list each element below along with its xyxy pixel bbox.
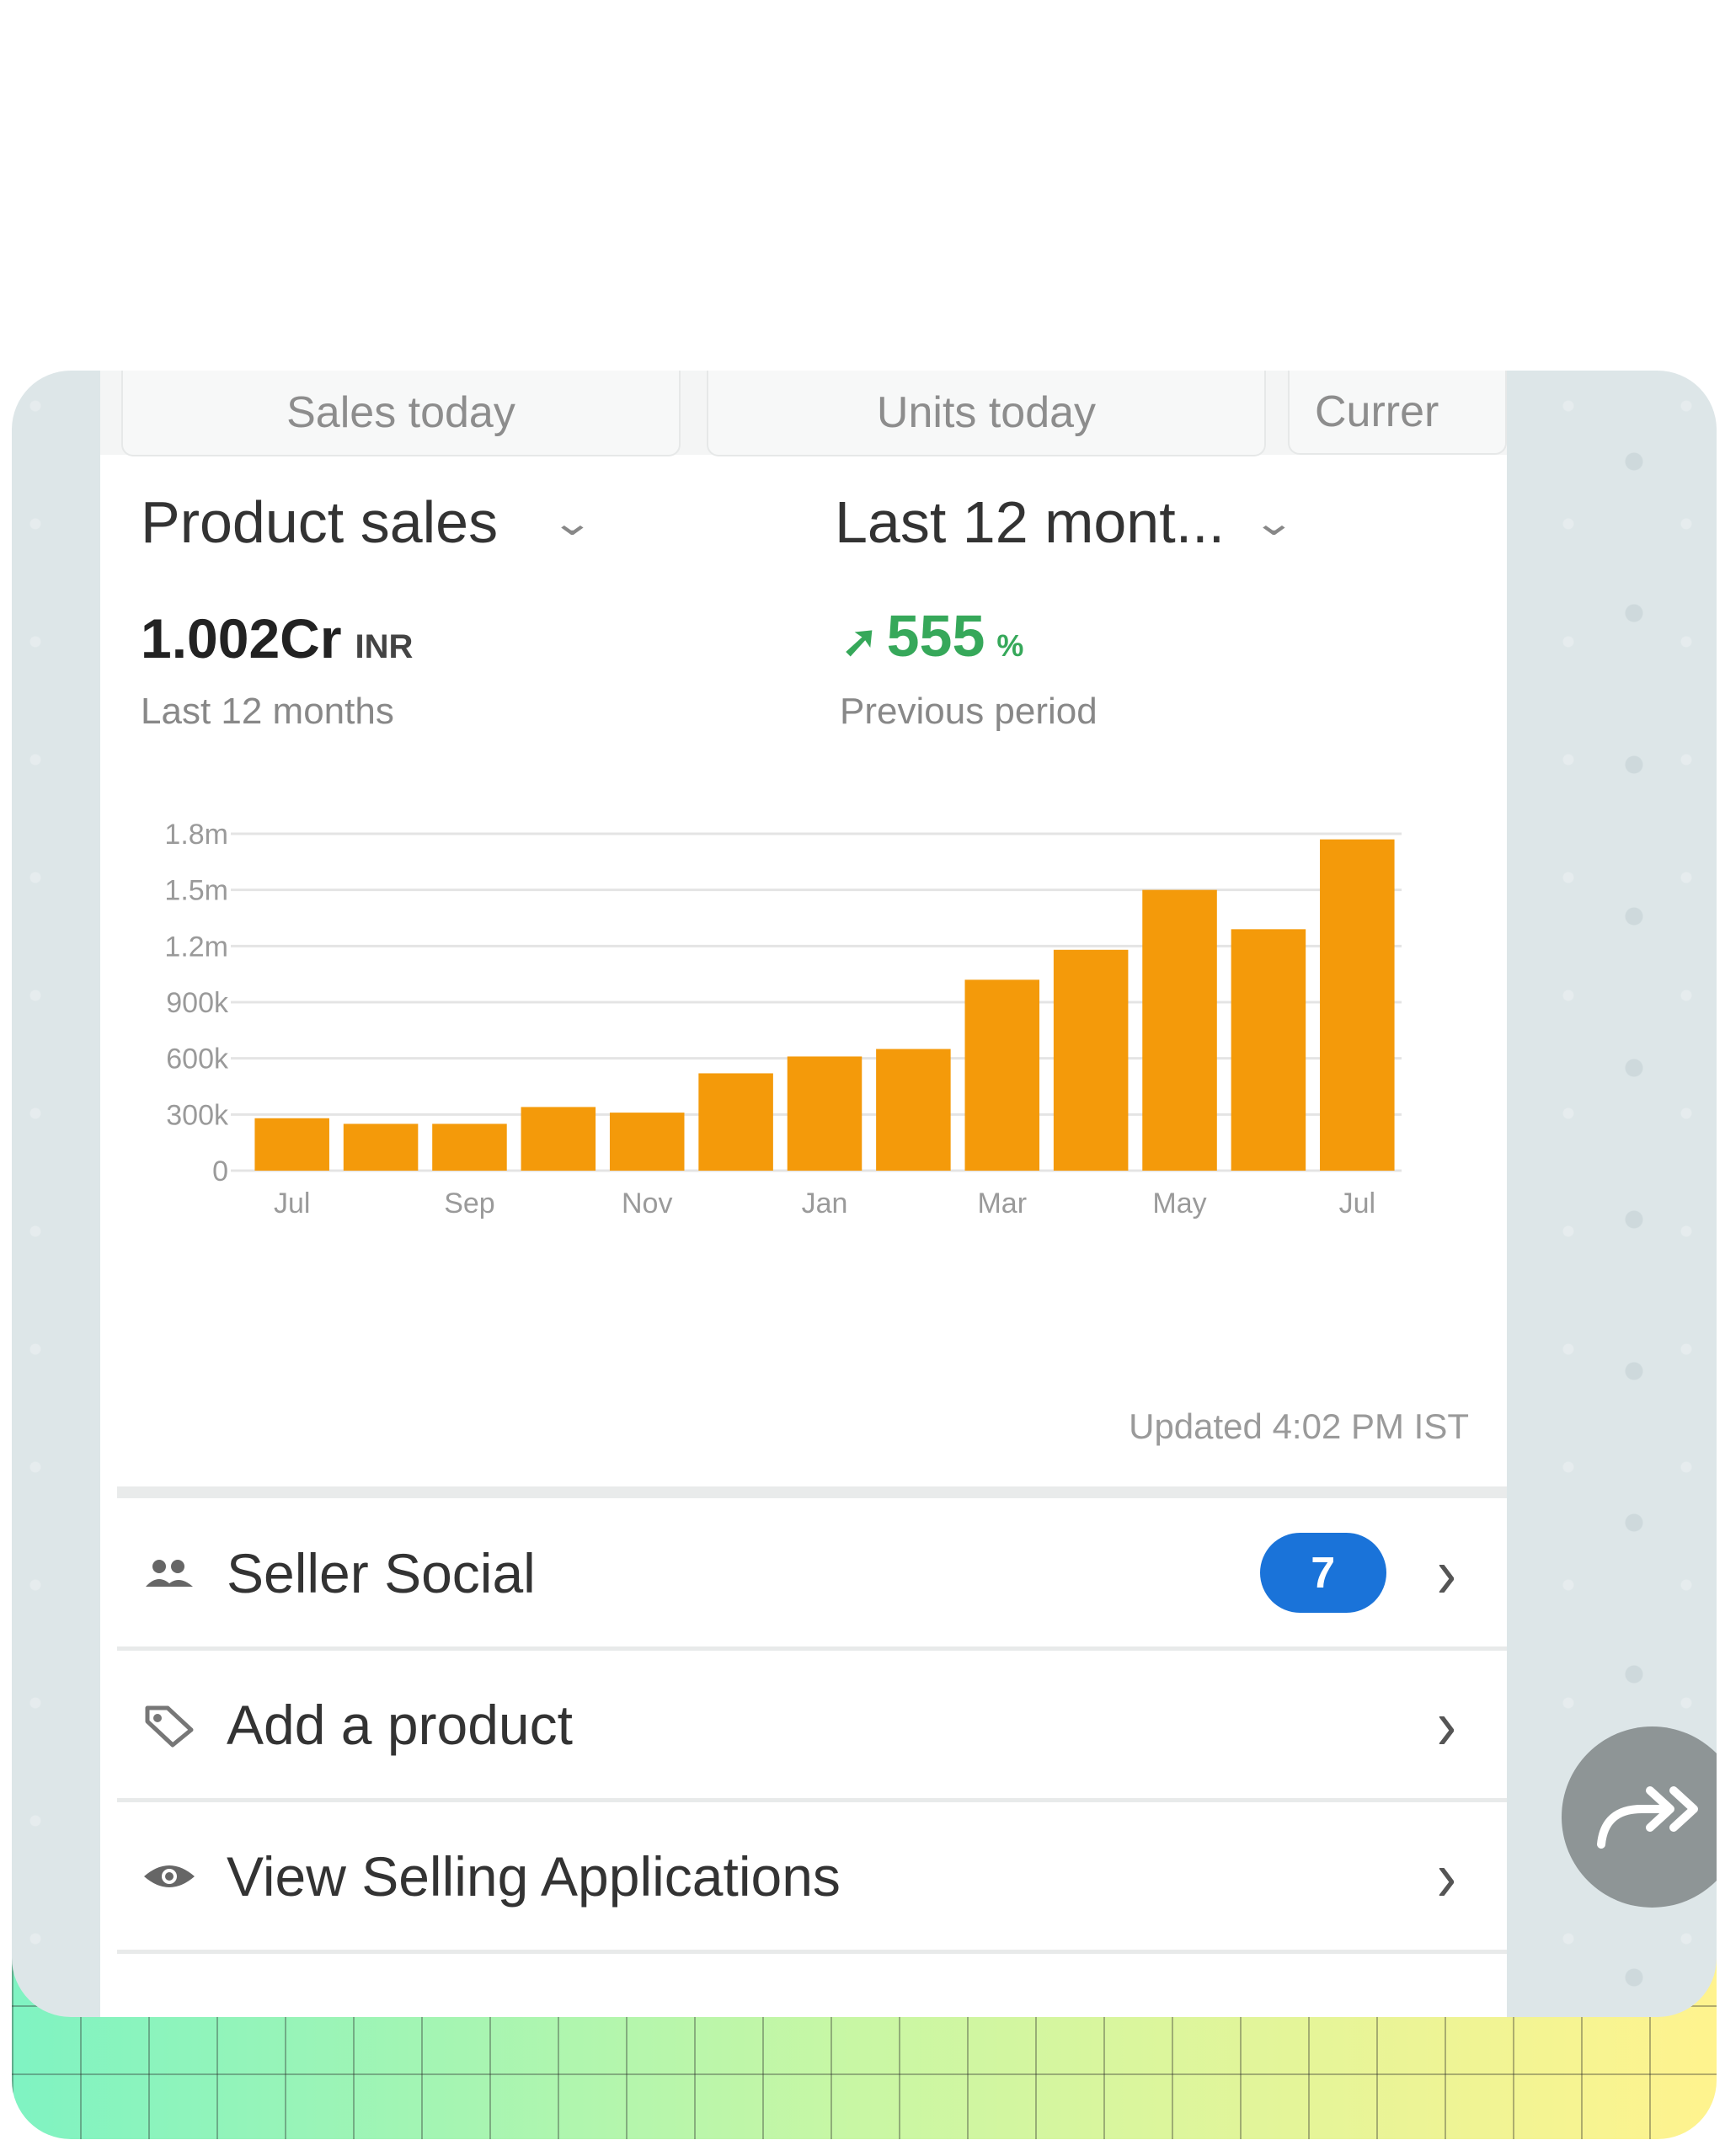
x-tick-label: Sep: [444, 1187, 495, 1219]
bar-oct-3: [521, 1107, 596, 1171]
sales-total: 1.002Cr INR: [141, 606, 413, 670]
bar-may-10: [1142, 889, 1217, 1171]
change-unit: %: [996, 628, 1024, 663]
tab-units-today[interactable]: Units today: [707, 371, 1266, 456]
tab-sales-today[interactable]: Sales today: [121, 371, 681, 456]
dashboard-card: Sales today Units today Currer Product s…: [100, 371, 1507, 2017]
list-item-add-product[interactable]: Add a product ›: [117, 1651, 1507, 1802]
section-divider: [117, 1486, 1507, 1498]
x-tick-label: Jan: [802, 1187, 848, 1219]
change-indicator: ➚ 555 %: [841, 602, 1023, 670]
change-caption: Previous period: [840, 691, 1097, 732]
y-tick-label: 600k: [166, 1043, 229, 1075]
updated-timestamp: Updated 4:02 PM IST: [1129, 1406, 1469, 1446]
chevron-down-icon: ⌄: [550, 501, 595, 543]
bar-feb-7: [876, 1049, 951, 1171]
people-icon: [142, 1556, 218, 1590]
x-tick-label: May: [1152, 1187, 1206, 1219]
tag-icon: [142, 1701, 218, 1748]
y-tick-label: 900k: [166, 987, 229, 1019]
period-dropdown-label: Last 12 mont...: [835, 489, 1226, 555]
sales-bar-chart: 0 300k 600k 900k 1.2m 1.5m 1.8m Jul Sep Nov Jan Mar…: [164, 819, 1402, 1219]
chevron-right-icon: ›: [1436, 1684, 1456, 1764]
change-value: 555: [886, 603, 985, 669]
x-tick-label: Nov: [622, 1187, 672, 1219]
y-tick-label: 1.2m: [164, 931, 228, 963]
list-item-view-selling-applications[interactable]: View Selling Applications ›: [117, 1802, 1507, 1954]
y-tick-label: 1.8m: [164, 819, 228, 851]
chevron-down-icon: ⌄: [1252, 501, 1296, 543]
bar-sep-2: [432, 1123, 507, 1171]
list-item-seller-social[interactable]: Seller Social 7 ›: [117, 1499, 1507, 1651]
bar-mar-8: [964, 979, 1040, 1171]
bar-nov-4: [609, 1113, 685, 1171]
x-tick-label: Jul: [274, 1187, 310, 1219]
list-item-label: Seller Social: [227, 1541, 536, 1604]
chevron-right-icon: ›: [1436, 1533, 1456, 1613]
bar-apr-9: [1053, 949, 1129, 1171]
sales-total-unit: INR: [355, 628, 414, 665]
list-item-label: Add a product: [227, 1693, 573, 1756]
list-item-label: View Selling Applications: [227, 1844, 841, 1908]
sales-total-value: 1.002Cr: [141, 607, 342, 670]
y-tick-label: 1.5m: [164, 875, 228, 907]
period-dropdown[interactable]: Last 12 mont... ⌄: [835, 488, 1295, 556]
metric-dropdown-label: Product sales: [141, 489, 499, 555]
y-tick-label: 300k: [166, 1099, 229, 1131]
bar-jan-6: [787, 1056, 862, 1171]
x-tick-label: Jul: [1339, 1187, 1375, 1219]
chevron-right-icon: ›: [1436, 1836, 1456, 1916]
bar-jun-11: [1231, 929, 1306, 1171]
y-tick-label: 0: [212, 1155, 228, 1187]
tab-current[interactable]: Currer: [1288, 371, 1507, 455]
arrow-up-icon: ➚: [841, 617, 879, 666]
bar-dec-5: [698, 1073, 773, 1171]
forward-arrow-icon: [1596, 1785, 1698, 1849]
notification-badge: 7: [1259, 1533, 1386, 1613]
metric-dropdown[interactable]: Product sales ⌄: [141, 488, 594, 556]
bar-jul-12: [1320, 839, 1395, 1171]
screenshot-frame: Sales today Units today Currer Product s…: [12, 371, 1717, 2017]
x-tick-label: Mar: [977, 1187, 1027, 1219]
eye-icon: [142, 1860, 218, 1893]
metric-tabs: Sales today Units today Currer: [100, 371, 1507, 456]
bar-jul-0: [254, 1118, 329, 1171]
sales-total-caption: Last 12 months: [141, 691, 394, 732]
bar-aug-1: [343, 1123, 419, 1171]
